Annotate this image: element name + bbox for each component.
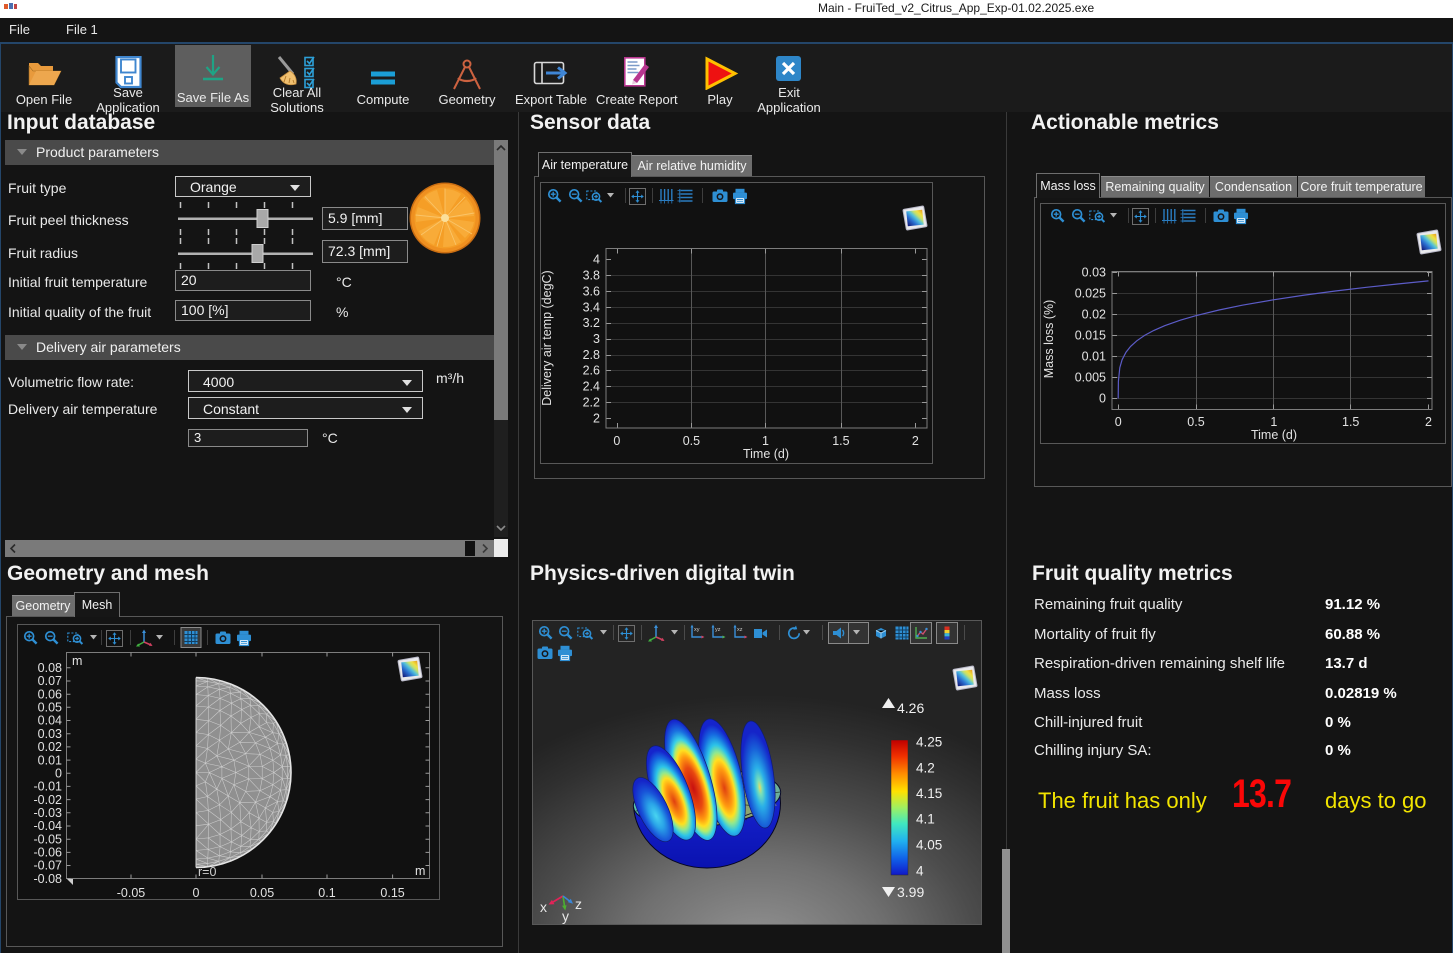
svg-text:-0.08: -0.08	[34, 872, 63, 886]
svg-text:4: 4	[916, 864, 924, 879]
svg-text:Time (d): Time (d)	[743, 447, 789, 461]
svg-text:2: 2	[912, 434, 919, 448]
svg-text:3.99: 3.99	[897, 884, 924, 900]
svg-text:0.07: 0.07	[38, 674, 62, 688]
svg-text:0.01: 0.01	[1082, 350, 1106, 364]
svg-text:Time (d): Time (d)	[1251, 428, 1297, 442]
svg-text:2.8: 2.8	[583, 348, 600, 362]
svg-text:Delivery air temp (degC): Delivery air temp (degC)	[540, 270, 554, 405]
svg-text:0: 0	[193, 886, 200, 900]
svg-text:3.8: 3.8	[583, 269, 600, 283]
svg-text:-0.06: -0.06	[34, 846, 63, 860]
svg-text:0.04: 0.04	[38, 714, 62, 728]
svg-text:2.6: 2.6	[583, 364, 600, 378]
svg-text:0.5: 0.5	[683, 434, 700, 448]
svg-text:0.1: 0.1	[318, 886, 335, 900]
svg-text:0.5: 0.5	[1187, 415, 1204, 429]
svg-text:0.06: 0.06	[38, 687, 62, 701]
svg-text:0: 0	[1115, 415, 1122, 429]
svg-text:-0.05: -0.05	[117, 886, 146, 900]
svg-text:4.15: 4.15	[916, 786, 942, 801]
svg-text:0.08: 0.08	[38, 661, 62, 675]
svg-text:0.015: 0.015	[1075, 329, 1106, 343]
svg-text:z: z	[575, 896, 582, 912]
svg-text:4.2: 4.2	[916, 761, 935, 776]
svg-text:-0.03: -0.03	[34, 806, 63, 820]
svg-text:0: 0	[1099, 392, 1106, 406]
svg-text:4.25: 4.25	[916, 735, 942, 750]
svg-text:2.4: 2.4	[583, 380, 600, 394]
svg-text:1: 1	[762, 434, 769, 448]
svg-text:0.02: 0.02	[38, 740, 62, 754]
svg-text:2.2: 2.2	[583, 395, 600, 409]
svg-text:1.5: 1.5	[832, 434, 849, 448]
svg-text:2: 2	[593, 411, 600, 425]
svg-text:0.03: 0.03	[1082, 266, 1106, 280]
svg-text:0: 0	[613, 434, 620, 448]
svg-text:y: y	[562, 908, 569, 924]
svg-text:-0.04: -0.04	[34, 819, 63, 833]
svg-text:0.01: 0.01	[38, 753, 62, 767]
svg-text:4: 4	[593, 253, 600, 267]
svg-text:-0.01: -0.01	[34, 780, 63, 794]
svg-text:r=0: r=0	[198, 865, 216, 879]
svg-text:0.05: 0.05	[250, 886, 274, 900]
svg-text:Mass loss (%): Mass loss (%)	[1042, 300, 1056, 378]
svg-text:3: 3	[593, 332, 600, 346]
svg-text:m: m	[415, 864, 425, 878]
svg-text:3.2: 3.2	[583, 316, 600, 330]
svg-text:0.005: 0.005	[1075, 371, 1106, 385]
svg-text:0.03: 0.03	[38, 727, 62, 741]
svg-text:4.05: 4.05	[916, 838, 942, 853]
svg-text:0.02: 0.02	[1082, 308, 1106, 322]
svg-text:3.6: 3.6	[583, 284, 600, 298]
svg-text:-0.07: -0.07	[34, 859, 63, 873]
svg-text:-0.02: -0.02	[34, 793, 63, 807]
svg-text:4.26: 4.26	[897, 700, 924, 716]
svg-text:-0.05: -0.05	[34, 832, 63, 846]
svg-text:1: 1	[1270, 415, 1277, 429]
svg-text:0.025: 0.025	[1075, 287, 1106, 301]
svg-text:m: m	[72, 654, 82, 668]
svg-text:0: 0	[55, 767, 62, 781]
svg-text:0.15: 0.15	[380, 886, 404, 900]
svg-text:2: 2	[1425, 415, 1432, 429]
svg-text:0.05: 0.05	[38, 701, 62, 715]
svg-text:1.5: 1.5	[1342, 415, 1359, 429]
svg-text:x: x	[540, 899, 547, 915]
svg-text:3.4: 3.4	[583, 300, 600, 314]
svg-text:4.1: 4.1	[916, 812, 935, 827]
